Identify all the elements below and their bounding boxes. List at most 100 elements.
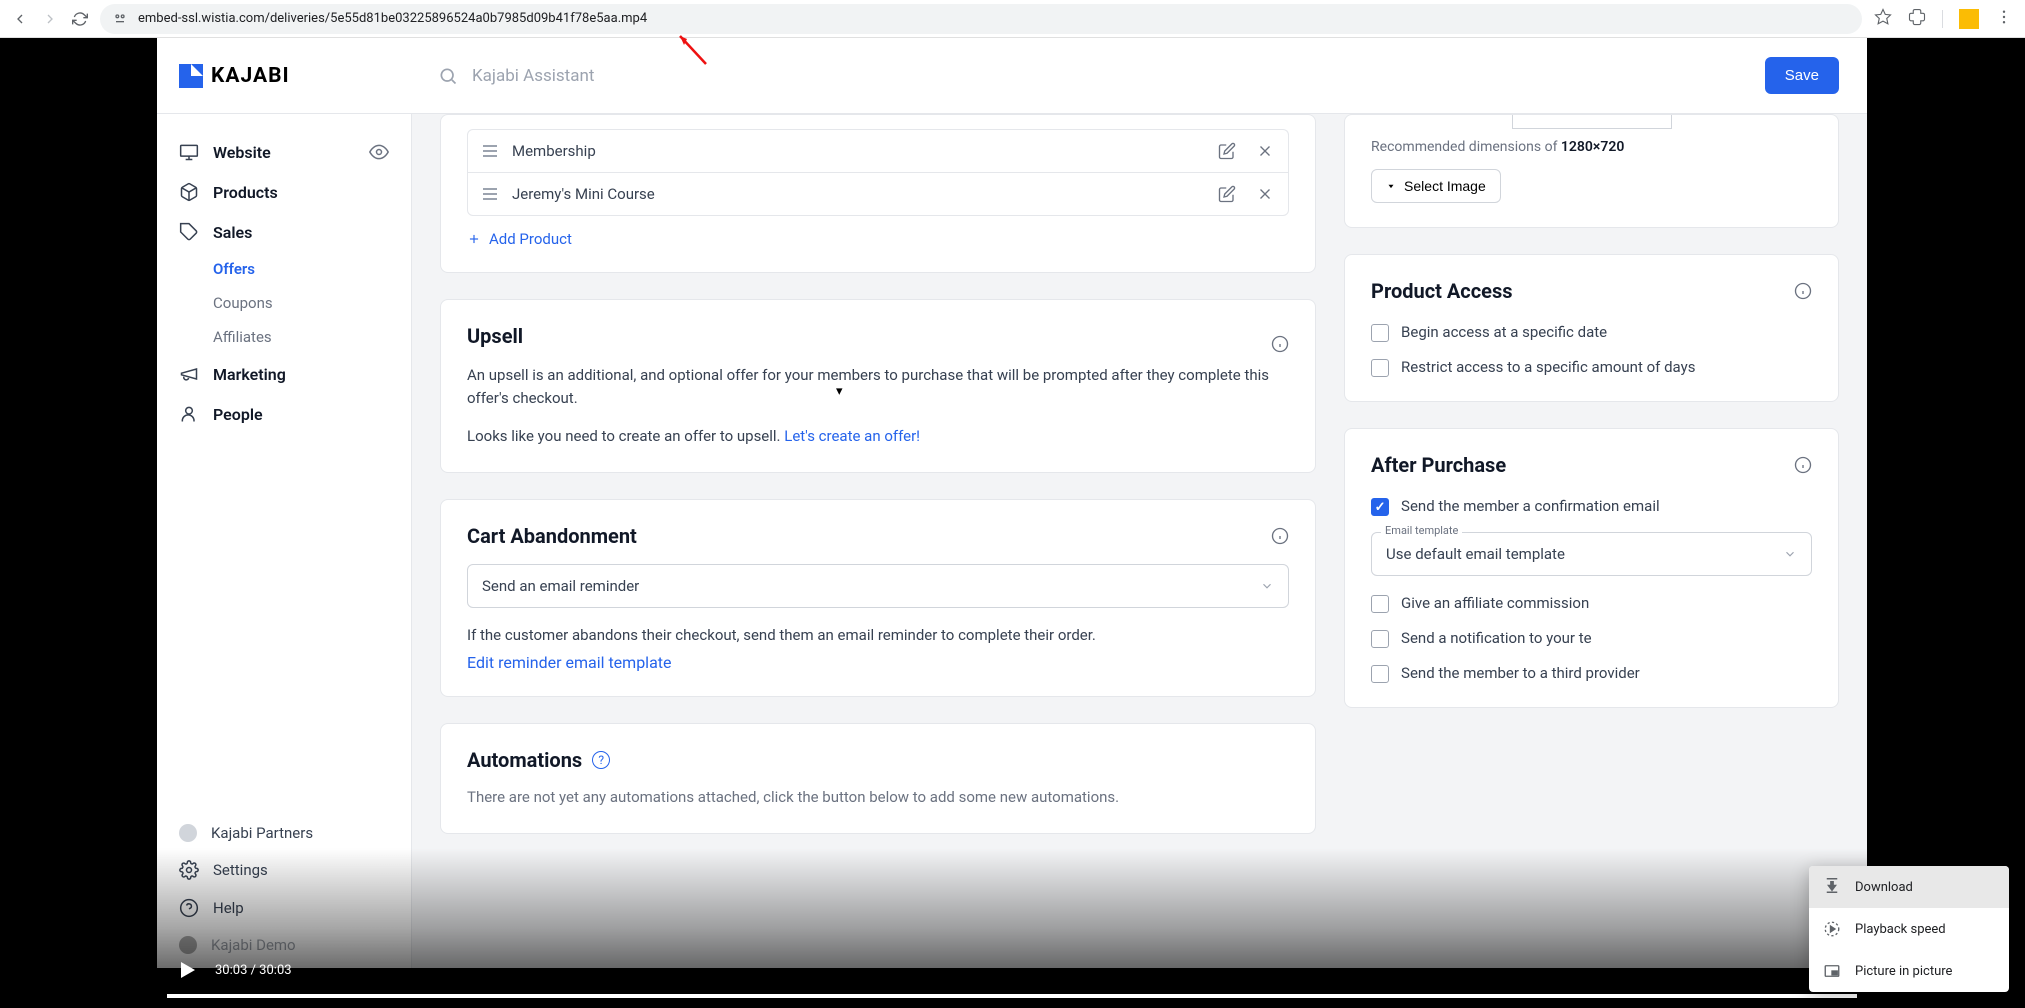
- reload-icon[interactable]: [72, 11, 88, 27]
- chrome-menu-icon[interactable]: [1995, 8, 2013, 30]
- bookmark-star-icon[interactable]: [1874, 8, 1892, 30]
- sidebar-sub-coupons[interactable]: Coupons: [213, 286, 411, 320]
- edit-icon[interactable]: [1218, 142, 1236, 160]
- url-bar[interactable]: embed-ssl.wistia.com/deliveries/5e55d81b…: [100, 4, 1862, 34]
- edit-reminder-link[interactable]: Edit reminder email template: [467, 653, 672, 672]
- image-placeholder: [1512, 115, 1672, 129]
- plus-icon: [467, 232, 481, 246]
- sidebar: Website Products Sales Offers Coupons Af…: [157, 114, 412, 968]
- nav-back-icon[interactable]: [12, 11, 28, 27]
- drag-handle-icon[interactable]: [482, 188, 498, 200]
- product-row: Jeremy's Mini Course: [467, 172, 1289, 216]
- close-icon[interactable]: [1256, 142, 1274, 160]
- info-icon[interactable]: [1794, 282, 1812, 300]
- select-image-button[interactable]: Select Image: [1371, 169, 1501, 203]
- access-title: Product Access: [1371, 279, 1512, 303]
- checkbox-checked[interactable]: [1371, 498, 1389, 516]
- cart-desc: If the customer abandons their checkout,…: [467, 624, 1289, 647]
- drag-handle-icon[interactable]: [482, 145, 498, 157]
- profile-avatar[interactable]: [1959, 9, 1979, 29]
- cart-abandonment-card: Cart Abandonment Send an email reminder …: [440, 499, 1316, 697]
- checkbox[interactable]: [1371, 595, 1389, 613]
- checkbox[interactable]: [1371, 665, 1389, 683]
- app-header: KAJABI Kajabi Assistant Save: [157, 38, 1867, 114]
- play-icon[interactable]: [175, 958, 199, 982]
- video-context-menu: Download Playback speed Picture in pictu…: [1809, 866, 2009, 992]
- menu-pip[interactable]: Picture in picture: [1809, 950, 2009, 992]
- check-begin-access[interactable]: Begin access at a specific date: [1371, 323, 1812, 342]
- logo[interactable]: KAJABI: [157, 64, 412, 88]
- email-template-select[interactable]: Use default email template: [1371, 532, 1812, 576]
- sidebar-item-website[interactable]: Website: [157, 132, 411, 172]
- search-input[interactable]: Kajabi Assistant: [412, 66, 1765, 86]
- products-card: Membership Jeremy's Mini Course: [440, 114, 1316, 273]
- browser-chrome: embed-ssl.wistia.com/deliveries/5e55d81b…: [0, 0, 2025, 38]
- info-icon[interactable]: [1794, 456, 1812, 474]
- edit-icon[interactable]: [1218, 185, 1236, 203]
- check-confirm-email[interactable]: Send the member a confirmation email: [1371, 497, 1812, 516]
- image-rec-text: Recommended dimensions of 1280×720: [1371, 139, 1812, 155]
- video-time: 30:03 / 30:03: [215, 963, 292, 978]
- search-icon: [438, 66, 458, 86]
- eye-icon[interactable]: [369, 142, 389, 162]
- image-card: Recommended dimensions of 1280×720 Selec…: [1344, 114, 1839, 228]
- extensions-icon[interactable]: [1908, 8, 1926, 30]
- checkbox[interactable]: [1371, 324, 1389, 342]
- info-icon[interactable]: [1271, 527, 1289, 545]
- after-purchase-card: After Purchase Send the member a confirm…: [1344, 428, 1839, 708]
- speed-icon: [1823, 920, 1841, 938]
- upsell-card: Upsell An upsell is an additional, and o…: [440, 299, 1316, 473]
- automations-desc: There are not yet any automations attach…: [467, 786, 1289, 809]
- close-icon[interactable]: [1256, 185, 1274, 203]
- sidebar-item-people[interactable]: People: [157, 394, 411, 434]
- create-offer-link[interactable]: Let's create an offer!: [784, 427, 920, 445]
- tag-icon: [179, 222, 199, 242]
- upsell-title: Upsell: [467, 324, 523, 348]
- menu-download[interactable]: Download: [1809, 866, 2009, 908]
- search-placeholder: Kajabi Assistant: [472, 66, 594, 86]
- sidebar-item-sales[interactable]: Sales: [157, 212, 411, 252]
- cart-select[interactable]: Send an email reminder: [467, 564, 1289, 608]
- nav-forward-icon[interactable]: [42, 11, 58, 27]
- save-button[interactable]: Save: [1765, 57, 1839, 94]
- monitor-icon: [179, 142, 199, 162]
- sidebar-sub-offers[interactable]: Offers: [213, 252, 411, 286]
- help-circle-icon[interactable]: ?: [592, 751, 610, 769]
- video-controls: 30:03 / 30:03: [157, 848, 1867, 1008]
- checkbox[interactable]: [1371, 630, 1389, 648]
- add-product-button[interactable]: Add Product: [467, 230, 1289, 248]
- upsell-desc: An upsell is an additional, and optional…: [467, 364, 1289, 411]
- check-notify-team[interactable]: Send a notification to your te: [1371, 629, 1812, 648]
- automations-title: Automations: [467, 748, 582, 772]
- check-affiliate[interactable]: Give an affiliate commission: [1371, 594, 1812, 613]
- box-icon: [179, 182, 199, 202]
- product-access-card: Product Access Begin access at a specifi…: [1344, 254, 1839, 402]
- pip-icon: [1823, 962, 1841, 980]
- megaphone-icon: [179, 364, 199, 384]
- product-row: Membership: [467, 129, 1289, 172]
- email-template-label: Email template: [1381, 524, 1462, 537]
- caret-down-icon: [1386, 181, 1396, 191]
- info-icon[interactable]: [1271, 335, 1289, 353]
- app-window: KAJABI Kajabi Assistant Save Website Pro…: [157, 38, 1867, 968]
- sidebar-partners[interactable]: Kajabi Partners: [179, 824, 389, 842]
- site-info-icon[interactable]: [112, 11, 128, 27]
- upsell-prompt: Looks like you need to create an offer t…: [467, 425, 1289, 448]
- user-icon: [179, 404, 199, 424]
- logo-text: KAJABI: [211, 64, 290, 88]
- check-restrict-access[interactable]: Restrict access to a specific amount of …: [1371, 358, 1812, 377]
- logo-mark-icon: [179, 64, 203, 88]
- sidebar-item-marketing[interactable]: Marketing: [157, 354, 411, 394]
- download-icon: [1823, 878, 1841, 896]
- checkbox[interactable]: [1371, 359, 1389, 377]
- menu-playback-speed[interactable]: Playback speed: [1809, 908, 2009, 950]
- url-text: embed-ssl.wistia.com/deliveries/5e55d81b…: [138, 11, 647, 26]
- video-progress-bar[interactable]: [167, 994, 1857, 998]
- check-third-party[interactable]: Send the member to a third provider: [1371, 664, 1812, 683]
- partner-dot-icon: [179, 824, 197, 842]
- main-content: Membership Jeremy's Mini Course: [412, 114, 1867, 968]
- cart-title: Cart Abandonment: [467, 524, 637, 548]
- after-title: After Purchase: [1371, 453, 1506, 477]
- sidebar-sub-affiliates[interactable]: Affiliates: [213, 320, 411, 354]
- sidebar-item-products[interactable]: Products: [157, 172, 411, 212]
